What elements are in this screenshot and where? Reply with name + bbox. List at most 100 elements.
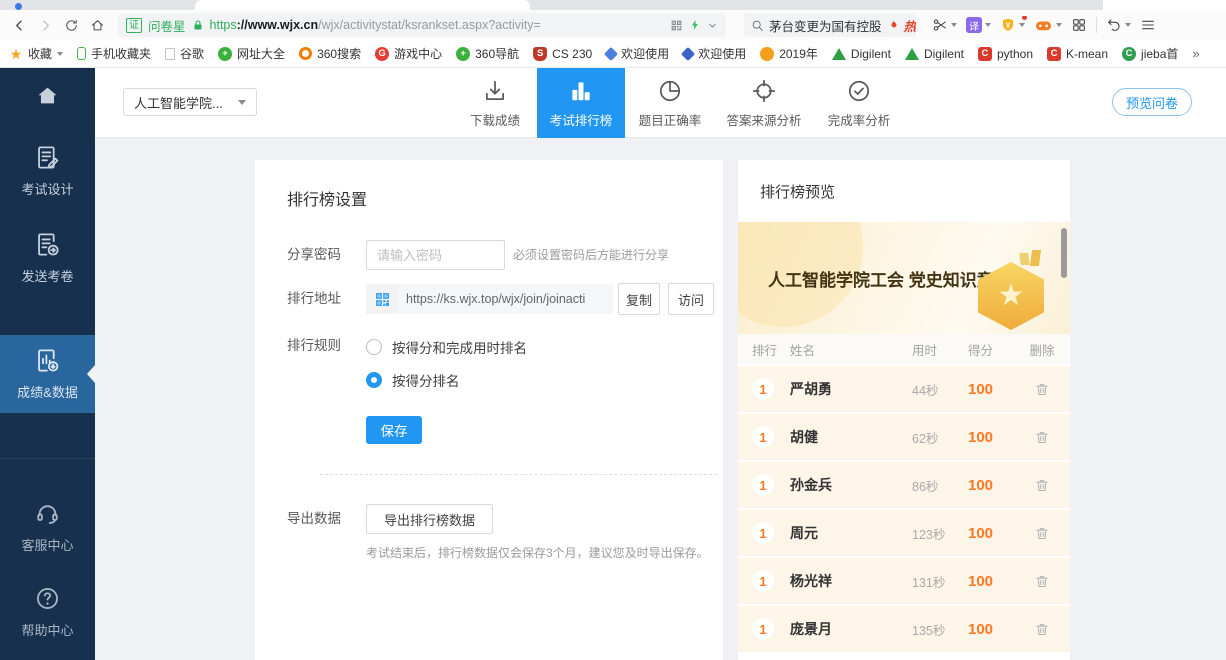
undo-icon (1106, 17, 1122, 33)
reload-button[interactable] (60, 14, 82, 36)
rank-cell: 1 (752, 378, 790, 400)
qr-code-button[interactable] (366, 284, 398, 314)
qr-blue-icon (374, 291, 391, 308)
tab-check[interactable]: 完成率分析 (813, 68, 905, 138)
leaderboard-row: 1孙金兵86秒100 (738, 462, 1070, 508)
trash-icon[interactable] (1034, 429, 1050, 446)
url-bar[interactable]: 证 问卷星 https://www.wjx.cn/wjx/activitysta… (118, 13, 726, 37)
bookmark-label: 网址大全 (237, 45, 285, 62)
bookmark-item[interactable]: G游戏中心 (375, 45, 442, 62)
bookmark-item[interactable]: 360搜索 (299, 45, 361, 62)
password-hint: 必须设置密码后方能进行分享 (513, 240, 669, 270)
share-password-input[interactable] (366, 240, 505, 270)
rank-cell: 1 (752, 618, 790, 640)
sidebar-item-scores-data[interactable]: 成绩&数据 (0, 335, 95, 413)
trash-icon[interactable] (1034, 525, 1050, 542)
apps-grid-button[interactable] (1071, 17, 1087, 33)
sidebar-item-home[interactable] (0, 82, 95, 109)
url-text[interactable]: https://www.wjx.cn/wjx/activitystat/ksra… (210, 18, 664, 32)
trash-icon[interactable] (1034, 477, 1050, 494)
chevron-down-icon[interactable] (707, 20, 718, 31)
ranking-icon (568, 78, 594, 104)
bookmark-item[interactable]: +网址大全 (218, 45, 285, 62)
trash-icon[interactable] (1034, 621, 1050, 638)
survey-selector-dropdown[interactable]: 人工智能学院... (123, 88, 257, 116)
search-query[interactable]: 茅台变更为国有控股 (769, 16, 882, 35)
bookmark-item[interactable]: 2019年 (760, 45, 818, 62)
rule-option[interactable]: 按得分排名 (366, 370, 527, 390)
export-ranking-button[interactable]: 导出排行榜数据 (366, 504, 493, 534)
radio-selected-icon[interactable] (366, 372, 382, 388)
leaderboard-row: 1杨光祥131秒100 (738, 558, 1070, 604)
sidebar-item-send-exam[interactable]: 发送考卷 (0, 231, 95, 285)
bookmark-item[interactable]: Digilent (905, 47, 964, 61)
bookmark-item[interactable]: Cjieba首 (1122, 45, 1178, 62)
sidebar-item-help-center[interactable]: 帮助中心 (0, 585, 95, 639)
menu-button[interactable] (1140, 17, 1156, 33)
active-browser-tab[interactable] (195, 0, 530, 10)
target-icon (751, 78, 777, 104)
qr-code-icon[interactable] (670, 19, 683, 32)
bookmark-item[interactable]: ★收藏 (9, 45, 63, 62)
bookmark-item[interactable]: Cpython (978, 47, 1033, 61)
rule-option[interactable]: 按得分和完成用时排名 (366, 337, 527, 357)
score-value: 100 (968, 573, 1020, 590)
rank-badge: 1 (752, 618, 774, 640)
medal-icon: ★ (978, 258, 1044, 330)
translate-button[interactable]: 译 (966, 17, 991, 33)
bookmark-item[interactable]: Digilent (832, 47, 891, 61)
scrollbar-thumb[interactable] (1061, 228, 1067, 278)
main-area: 人工智能学院... 下载成绩考试排行榜题目正确率答案来源分析完成率分析 预览问卷… (95, 68, 1226, 660)
bookmark-item[interactable]: 欢迎使用 (606, 45, 669, 62)
sidebar-item-exam-design[interactable]: 考试设计 (0, 144, 95, 198)
share-password-label: 分享密码 (287, 240, 366, 270)
ranking-url-value: https://ks.wjx.top/wjx/join/joinacti (398, 284, 613, 314)
shield-s-favicon-icon: S (533, 47, 547, 61)
screenshot-tool-button[interactable] (932, 17, 957, 33)
bookmark-item[interactable]: CK-mean (1047, 47, 1108, 61)
bookmark-item[interactable]: 欢迎使用 (683, 45, 746, 62)
bookmark-item[interactable]: SCS 230 (533, 47, 592, 61)
hot-search-label[interactable]: 热搜 (904, 16, 916, 35)
rule-option-label: 按得分和完成用时排名 (392, 337, 527, 357)
copy-url-button[interactable]: 复制 (618, 283, 660, 315)
delete-cell (1020, 429, 1064, 446)
trash-icon[interactable] (1034, 573, 1050, 590)
speed-bolt-icon[interactable] (689, 18, 701, 32)
caret-down-icon (57, 52, 63, 56)
wallet-shield-button[interactable] (1000, 17, 1025, 33)
browser-search-box[interactable]: 茅台变更为国有控股 热搜 (744, 13, 916, 37)
games-button[interactable] (1034, 16, 1062, 35)
participant-name: 杨光祥 (790, 571, 912, 591)
visit-url-button[interactable]: 访问 (668, 283, 714, 315)
sidebar-divider (0, 458, 95, 459)
c-green-favicon-icon: C (1122, 47, 1136, 61)
circle-plus2-favicon-icon: + (456, 47, 470, 61)
leaderboard-row: 1庞景月135秒100 (738, 606, 1070, 652)
bookmark-item[interactable]: » (1192, 46, 1199, 61)
browser-toolbar: 证 问卷星 https://www.wjx.cn/wjx/activitysta… (0, 10, 1226, 40)
rank-badge: 1 (752, 522, 774, 544)
preview-survey-button[interactable]: 预览问卷 (1112, 88, 1192, 116)
export-hint: 考试结束后，排行榜数据仅会保存3个月，建议您及时导出保存。 (366, 544, 723, 561)
bookmark-item[interactable]: +360导航 (456, 45, 519, 62)
tab-target[interactable]: 答案来源分析 (715, 68, 813, 138)
forward-button[interactable] (34, 14, 56, 36)
trash-icon[interactable] (1034, 381, 1050, 398)
tab-label: 题目正确率 (639, 110, 702, 129)
bookmark-item[interactable]: 谷歌 (165, 45, 204, 62)
sidebar-item-customer-service[interactable]: 客服中心 (0, 500, 95, 554)
radio-unselected-icon[interactable] (366, 339, 382, 355)
browser-home-button[interactable] (86, 14, 108, 36)
tab-ranking[interactable]: 考试排行榜 (537, 68, 625, 138)
sidebar-item-label: 帮助中心 (21, 620, 73, 639)
time-value: 62秒 (912, 428, 968, 447)
grid-icon (1071, 17, 1087, 33)
back-button[interactable] (8, 14, 30, 36)
tab-pie[interactable]: 题目正确率 (625, 68, 715, 138)
tab-download[interactable]: 下载成绩 (453, 68, 537, 138)
save-button[interactable]: 保存 (366, 416, 422, 444)
bookmark-item[interactable]: 手机收藏夹 (77, 45, 151, 62)
site-cert-badge: 证 (126, 18, 142, 33)
undo-close-button[interactable] (1106, 17, 1131, 33)
